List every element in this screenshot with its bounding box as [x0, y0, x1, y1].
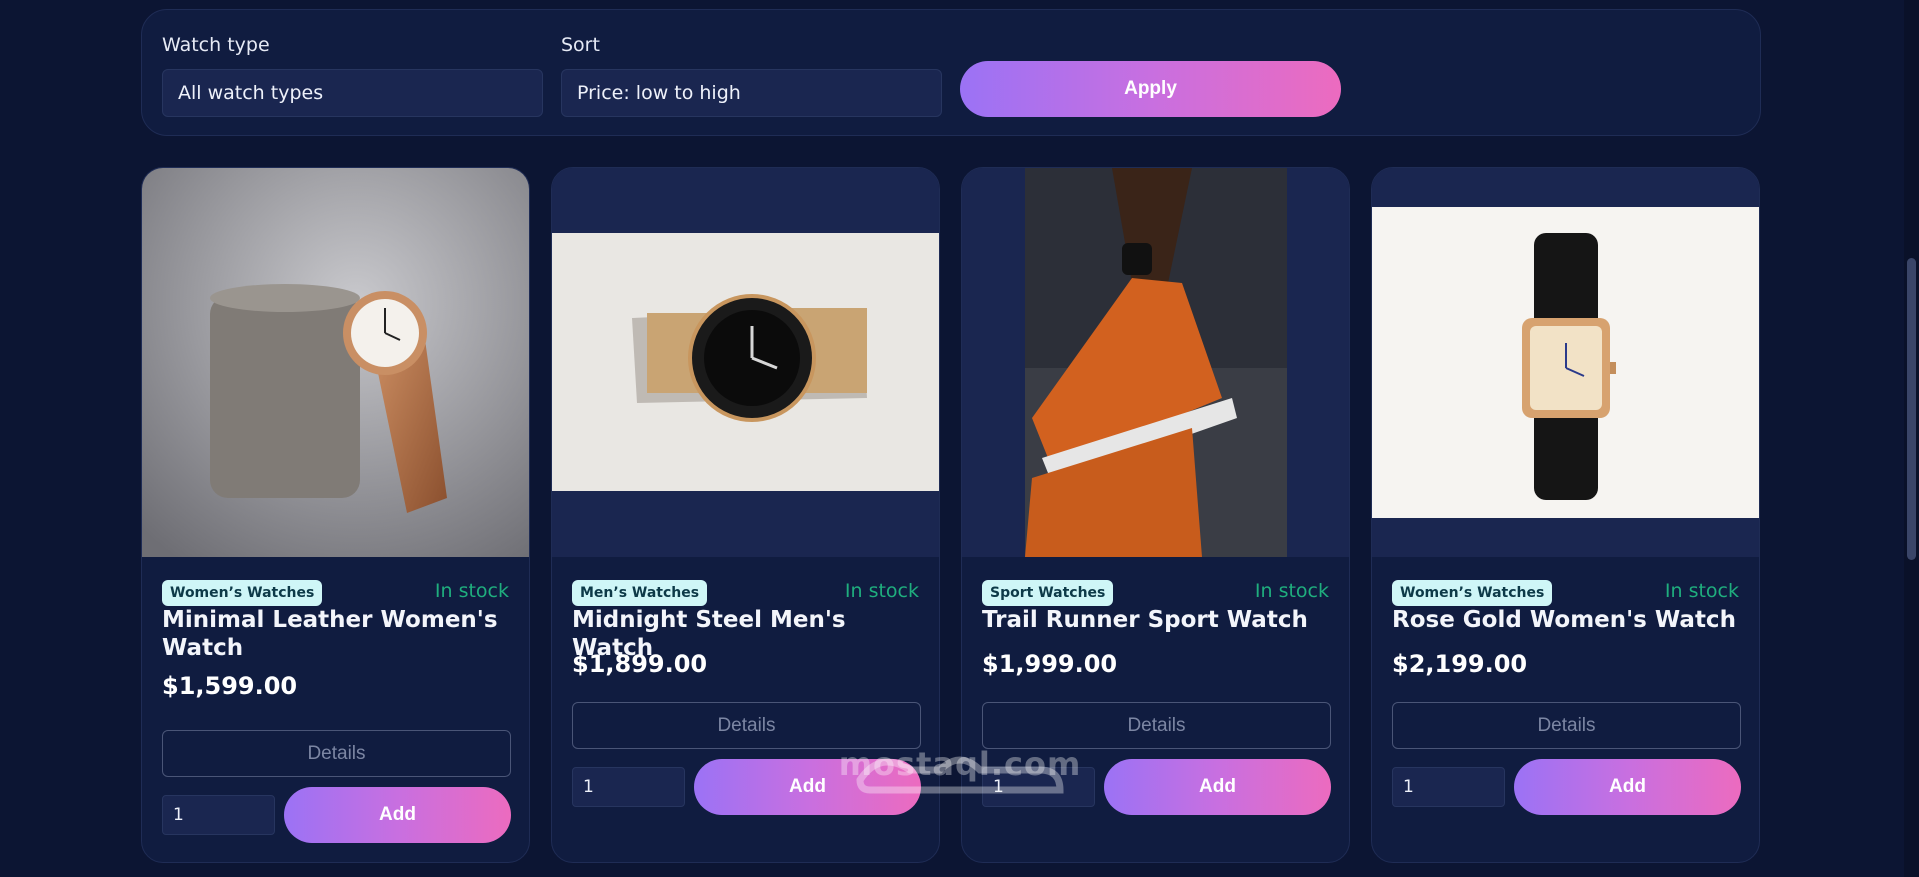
quantity-input[interactable]: 1	[162, 795, 275, 835]
details-button[interactable]: Details	[162, 730, 511, 777]
product-image[interactable]	[962, 168, 1349, 557]
product-price: $1,599.00	[162, 672, 298, 700]
sort-label: Sort	[561, 34, 600, 56]
add-to-cart-button[interactable]: Add	[1104, 759, 1331, 815]
category-badge: Women’s Watches	[1392, 580, 1553, 606]
stock-status: In stock	[434, 580, 509, 602]
stock-status: In stock	[1664, 580, 1739, 602]
filter-bar: Watch type All watch types Sort Price: l…	[141, 9, 1761, 136]
page-scrollbar[interactable]	[1904, 0, 1919, 877]
quantity-input[interactable]: 1	[1392, 767, 1505, 807]
quantity-input[interactable]: 1	[572, 767, 685, 807]
add-to-cart-button[interactable]: Add	[1514, 759, 1741, 815]
watch-type-select[interactable]: All watch types	[162, 69, 543, 117]
apply-button[interactable]: Apply	[960, 61, 1341, 117]
product-title[interactable]: Minimal Leather Women's Watch	[162, 606, 512, 662]
scrollbar-thumb[interactable]	[1907, 258, 1916, 560]
product-image[interactable]	[1372, 168, 1759, 557]
watch-type-label: Watch type	[162, 34, 270, 56]
product-image[interactable]	[552, 168, 939, 557]
product-title[interactable]: Rose Gold Women's Watch	[1392, 606, 1742, 634]
stock-status: In stock	[844, 580, 919, 602]
product-card: Women’s Watches In stock Rose Gold Women…	[1371, 167, 1760, 863]
product-price: $1,899.00	[572, 650, 708, 678]
stock-status: In stock	[1254, 580, 1329, 602]
category-badge: Women’s Watches	[162, 580, 323, 606]
product-card: Women’s Watches In stock Minimal Leather…	[141, 167, 530, 863]
category-badge: Sport Watches	[982, 580, 1114, 606]
add-to-cart-button[interactable]: Add	[284, 787, 511, 843]
product-title[interactable]: Trail Runner Sport Watch	[982, 606, 1332, 634]
details-button[interactable]: Details	[1392, 702, 1741, 749]
watermark-text: mostaql.com	[838, 745, 1082, 783]
product-price: $1,999.00	[982, 650, 1118, 678]
product-image[interactable]	[142, 168, 529, 557]
product-price: $2,199.00	[1392, 650, 1528, 678]
category-badge: Men’s Watches	[572, 580, 708, 606]
sort-select[interactable]: Price: low to high	[561, 69, 942, 117]
